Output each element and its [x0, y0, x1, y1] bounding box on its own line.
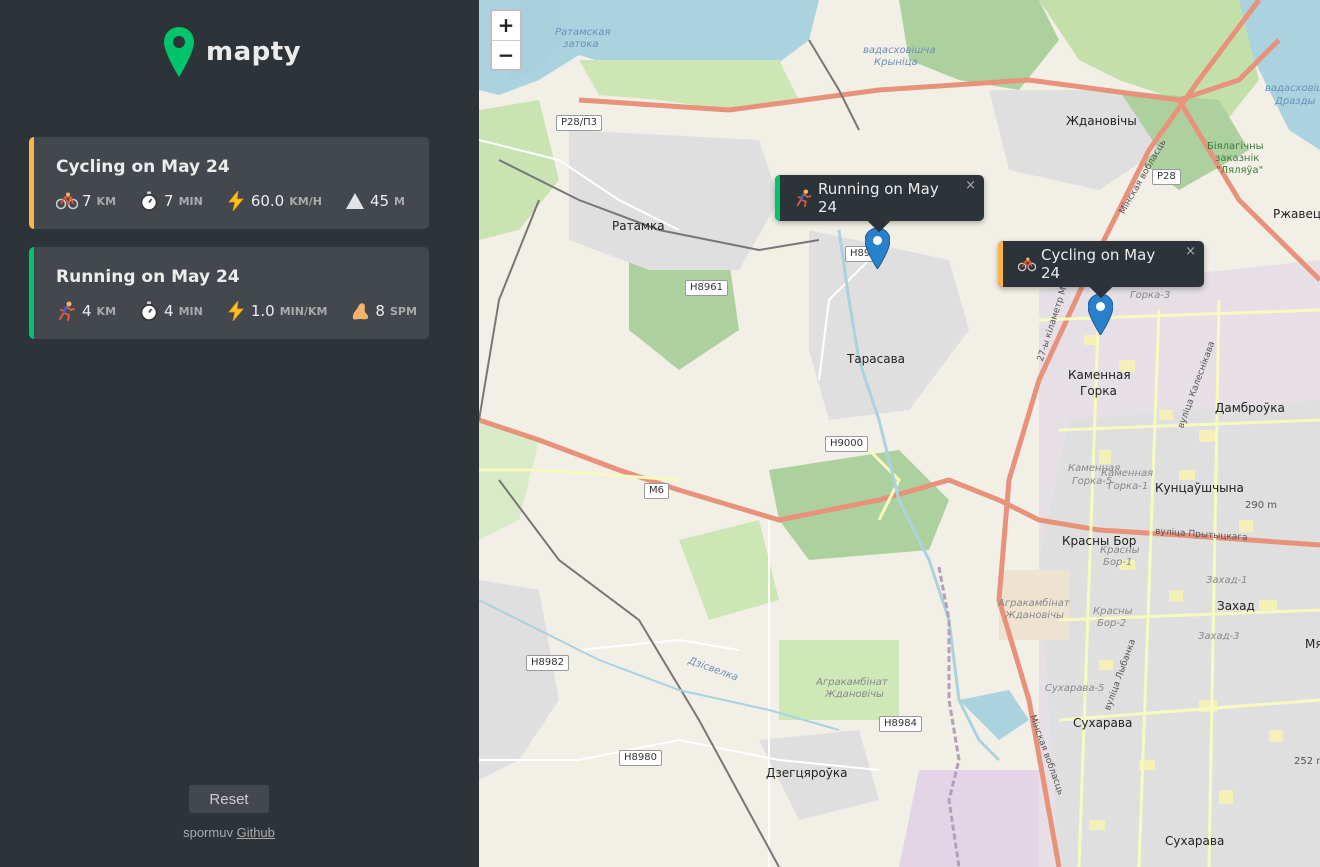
map-label: Крыніца: [874, 57, 918, 68]
map-label: Каменная: [1101, 468, 1154, 479]
map-label: Сухарава: [1073, 716, 1133, 730]
road-shield: Н8982: [526, 655, 569, 671]
map-label: Мяс: [1305, 637, 1320, 651]
map-label: Захад: [1217, 599, 1255, 613]
workout-item-running[interactable]: Running on May 24 4 km 4 min 1.0: [29, 247, 429, 339]
stopwatch-icon: [138, 301, 160, 321]
road-shield: Н8984: [879, 716, 922, 732]
road-shield: Р28: [1152, 169, 1181, 185]
map-label: Ждановічы: [1066, 114, 1137, 128]
map-label: Дзегцяроўка: [766, 766, 848, 780]
map-marker-running[interactable]: [865, 228, 890, 269]
footprint-icon: [349, 301, 371, 321]
popup-accent-bar: [775, 175, 780, 221]
map-pin-logo-icon: [164, 27, 194, 77]
map-marker-cycling[interactable]: [1088, 294, 1113, 335]
popup-close-button[interactable]: ×: [1185, 244, 1196, 259]
map-label: Ждановічы: [825, 689, 884, 700]
map-label: Тарасава: [847, 352, 906, 366]
workout-detail-cadence: 8 spm: [349, 301, 417, 321]
zoom-in-button[interactable]: +: [492, 11, 520, 40]
workout-detail-distance: 7 km: [56, 191, 116, 211]
map-label: Агракамбінат: [998, 598, 1070, 609]
map-label: Агракамбінат: [816, 677, 888, 688]
runner-icon: [795, 189, 813, 207]
popup-close-button[interactable]: ×: [965, 178, 976, 193]
map-label: Горка-3: [1130, 290, 1171, 301]
credit-author: spormuv: [183, 825, 233, 840]
map-popup-cycling[interactable]: Cycling on May 24 ×: [998, 241, 1204, 299]
logo: mapty: [164, 27, 301, 77]
workout-detail-duration: 4 min: [138, 301, 203, 321]
map-label: Захад-1: [1206, 575, 1248, 586]
map[interactable]: + − Ратамка Тарасава Ждановічы Каменная …: [479, 0, 1320, 867]
lightning-icon: [225, 191, 247, 211]
workout-detail-distance: 4 km: [56, 301, 116, 321]
map-label: Горка: [1080, 384, 1117, 398]
map-label: вадасховішча: [1265, 83, 1320, 94]
map-label: Захад-3: [1198, 631, 1240, 642]
map-popup-running[interactable]: Running on May 24 ×: [775, 175, 984, 233]
road-shield: Н9000: [825, 436, 868, 452]
map-label: Ратамка: [612, 219, 665, 233]
workout-detail-duration: 7 min: [138, 191, 203, 211]
map-label: Бор-1: [1103, 557, 1133, 568]
popup-title: Cycling on May 24: [1041, 246, 1156, 282]
map-label: заказнік: [1215, 153, 1260, 164]
map-label: Сухарава: [1165, 834, 1225, 848]
workout-accent-bar: [29, 247, 34, 339]
map-label: Кунцаўшчына: [1155, 481, 1244, 495]
road-shield: Р28/П3: [556, 115, 603, 131]
zoom-control: + −: [490, 9, 522, 71]
workout-details: 7 km 7 min 60.0 km/h 45: [56, 191, 427, 211]
workout-detail-elevation: 45 m: [344, 191, 405, 211]
app-name: mapty: [206, 37, 302, 67]
mountain-icon: [344, 191, 366, 211]
bicycle-icon: [56, 191, 78, 211]
map-label: Горка-1: [1108, 481, 1149, 492]
map-label: Ждановічы: [1005, 610, 1064, 621]
map-label: Бор-2: [1097, 618, 1127, 629]
map-label: Сухарава-5: [1045, 683, 1105, 694]
bicycle-icon: [1018, 257, 1036, 272]
map-tiles: [479, 0, 1320, 867]
map-label: 290 m: [1245, 500, 1278, 511]
workout-item-cycling[interactable]: Cycling on May 24 7 km 7 min 60.0: [29, 137, 429, 229]
github-link[interactable]: Github: [237, 825, 275, 840]
map-label: затока: [563, 39, 599, 50]
map-label: 252 m: [1294, 756, 1320, 767]
road-shield: Н8961: [685, 280, 728, 296]
workout-title: Cycling on May 24: [56, 157, 230, 177]
workout-detail-pace: 1.0 min/km: [225, 301, 327, 321]
workout-title: Running on May 24: [56, 267, 240, 287]
workout-details: 4 km 4 min 1.0 min/km 8: [56, 301, 429, 321]
zoom-out-button[interactable]: −: [492, 40, 520, 69]
workout-accent-bar: [29, 137, 34, 229]
road-shield: М6: [644, 483, 669, 499]
map-label: Біялагічны: [1207, 141, 1264, 152]
reset-button[interactable]: Reset: [189, 785, 269, 813]
credit: spormuv Github: [0, 825, 458, 840]
popup-title: Running on May 24: [818, 180, 939, 216]
stopwatch-icon: [138, 191, 160, 211]
map-label: Красны: [1100, 545, 1140, 556]
sidebar: mapty Cycling on May 24 7 km 7 min: [0, 0, 479, 867]
workout-detail-speed: 60.0 km/h: [225, 191, 322, 211]
map-label: Дамброўка: [1215, 401, 1285, 415]
map-label: вадасховішча: [863, 45, 936, 56]
map-label: Ржавец: [1273, 207, 1320, 221]
map-label: Дразды: [1275, 96, 1316, 107]
map-label: Каменная: [1068, 368, 1131, 382]
map-label: "Ляляўа": [1216, 165, 1264, 176]
map-label: Ратамская: [555, 27, 611, 38]
map-label: Красны: [1093, 606, 1133, 617]
road-shield: Н8980: [619, 750, 662, 766]
popup-accent-bar: [998, 241, 1003, 287]
runner-icon: [56, 301, 78, 321]
lightning-icon: [225, 301, 247, 321]
